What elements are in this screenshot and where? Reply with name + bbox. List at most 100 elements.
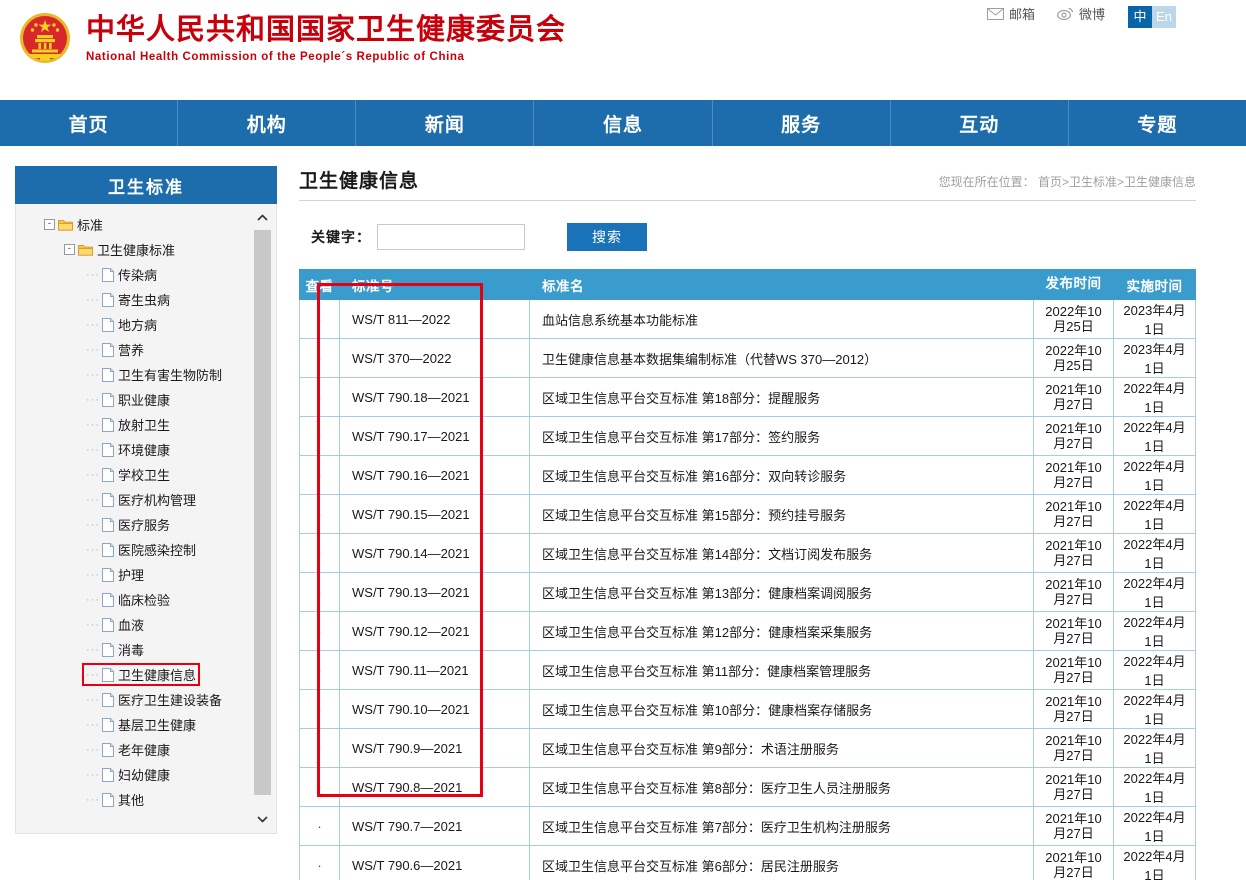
- cell-view-link[interactable]: ·: [299, 338, 340, 378]
- cell-view-link[interactable]: ·: [299, 494, 340, 534]
- cell-standard-name[interactable]: 区域卫生信息平台交互标准 第6部分：居民注册服务: [529, 845, 1034, 880]
- cell-standard-name[interactable]: 卫生健康信息基本数据集编制标准（代替WS 370—2012）: [529, 338, 1034, 378]
- cell-standard-name[interactable]: 区域卫生信息平台交互标准 第15部分：预约挂号服务: [529, 494, 1034, 534]
- search-input[interactable]: [377, 224, 525, 250]
- cell-view-link[interactable]: ·: [299, 611, 340, 651]
- sidebar-scrollbar[interactable]: [254, 210, 271, 827]
- cell-view-link[interactable]: ·: [299, 806, 340, 846]
- nav-item-topic[interactable]: 专题: [1069, 100, 1246, 146]
- cell-view-link[interactable]: ·: [299, 767, 340, 807]
- sidebar-tree-item[interactable]: ··· 地方病: [16, 312, 276, 337]
- sidebar-tree-item[interactable]: ··· 环境健康: [16, 437, 276, 462]
- sidebar-tree-item[interactable]: ··· 临床检验: [16, 587, 276, 612]
- sidebar-tree-item[interactable]: ··· 护理: [16, 562, 276, 587]
- cell-view-link[interactable]: ·: [299, 377, 340, 417]
- breadcrumb[interactable]: 您现在所在位置： 首页>卫生标准>卫生健康信息: [939, 173, 1196, 193]
- cell-effective-date: 2022年4月1日: [1113, 572, 1196, 612]
- cell-view-link[interactable]: ·: [299, 650, 340, 690]
- cell-standard-name[interactable]: 区域卫生信息平台交互标准 第10部分：健康档案存储服务: [529, 689, 1034, 729]
- cell-view-link[interactable]: ·: [299, 572, 340, 612]
- tree-guide-line: ···: [86, 468, 100, 481]
- utility-weibo[interactable]: 微博: [1057, 4, 1105, 23]
- nav-item-info[interactable]: 信息: [534, 100, 713, 146]
- cell-standard-name[interactable]: 区域卫生信息平台交互标准 第17部分：签约服务: [529, 416, 1034, 456]
- scrollbar-thumb[interactable]: [254, 230, 271, 795]
- nav-item-news[interactable]: 新闻: [356, 100, 535, 146]
- cell-view-link[interactable]: ·: [299, 689, 340, 729]
- sidebar-tree-item[interactable]: ··· 消毒: [16, 637, 276, 662]
- sidebar-tree-item[interactable]: ··· 医疗卫生建设装备: [16, 687, 276, 712]
- table-row[interactable]: · WS/T 790.8—2021 区域卫生信息平台交互标准 第8部分：医疗卫生人员…: [299, 767, 1196, 807]
- nav-item-service[interactable]: 服务: [713, 100, 891, 146]
- cell-standard-name[interactable]: 区域卫生信息平台交互标准 第16部分：双向转诊服务: [529, 455, 1034, 495]
- sidebar-tree-item[interactable]: ··· 老年健康: [16, 737, 276, 762]
- table-row[interactable]: · WS/T 790.18—2021 区域卫生信息平台交互标准 第18部分：提醒服务…: [299, 377, 1196, 417]
- table-row[interactable]: · WS/T 790.16—2021 区域卫生信息平台交互标准 第16部分：双向转诊…: [299, 455, 1196, 495]
- table-row[interactable]: · WS/T 790.10—2021 区域卫生信息平台交互标准 第10部分：健康档案…: [299, 689, 1196, 729]
- cell-standard-name[interactable]: 区域卫生信息平台交互标准 第13部分：健康档案调阅服务: [529, 572, 1034, 612]
- utility-mail[interactable]: 邮箱: [986, 4, 1035, 23]
- sidebar-tree-item[interactable]: ··· 妇幼健康: [16, 762, 276, 787]
- tree-toggle-icon[interactable]: -: [64, 244, 75, 255]
- sidebar-tree-item[interactable]: ··· 卫生有害生物防制: [16, 362, 276, 387]
- cell-standard-name[interactable]: 区域卫生信息平台交互标准 第18部分：提醒服务: [529, 377, 1034, 417]
- cell-standard-name[interactable]: 区域卫生信息平台交互标准 第7部分：医疗卫生机构注册服务: [529, 806, 1034, 846]
- sidebar-tree-item[interactable]: - 卫生健康标准: [16, 237, 276, 262]
- sidebar-tree-item[interactable]: ··· 血液: [16, 612, 276, 637]
- cell-view-link[interactable]: ·: [299, 533, 340, 573]
- table-row[interactable]: · WS/T 790.13—2021 区域卫生信息平台交互标准 第13部分：健康档案…: [299, 572, 1196, 612]
- col-header-view[interactable]: 查看: [299, 269, 340, 300]
- cell-standard-name[interactable]: 区域卫生信息平台交互标准 第8部分：医疗卫生人员注册服务: [529, 767, 1034, 807]
- sidebar-tree-item[interactable]: - 标准: [16, 212, 276, 237]
- table-row[interactable]: · WS/T 790.7—2021 区域卫生信息平台交互标准 第7部分：医疗卫生机构…: [299, 806, 1196, 846]
- sidebar-tree-item[interactable]: ··· 放射卫生: [16, 412, 276, 437]
- document-icon: [102, 792, 114, 807]
- sidebar-tree-item[interactable]: ··· 医疗服务: [16, 512, 276, 537]
- sidebar-tree-item[interactable]: ··· 传染病: [16, 262, 276, 287]
- scroll-up-icon[interactable]: [254, 210, 271, 226]
- sidebar-tree-item[interactable]: ··· 卫生健康信息: [16, 662, 276, 687]
- cell-view-link[interactable]: ·: [299, 728, 340, 768]
- table-row[interactable]: · WS/T 811—2022 血站信息系统基本功能标准 2022年10月25日 202…: [299, 299, 1196, 339]
- sidebar-tree-item[interactable]: ··· 医院感染控制: [16, 537, 276, 562]
- cell-standard-name[interactable]: 区域卫生信息平台交互标准 第12部分：健康档案采集服务: [529, 611, 1034, 651]
- sidebar-tree-item[interactable]: ··· 医疗机构管理: [16, 487, 276, 512]
- table-row[interactable]: · WS/T 790.6—2021 区域卫生信息平台交互标准 第6部分：居民注册服务…: [299, 845, 1196, 880]
- table-row[interactable]: · WS/T 790.15—2021 区域卫生信息平台交互标准 第15部分：预约挂号…: [299, 494, 1196, 534]
- cell-standard-name[interactable]: 区域卫生信息平台交互标准 第14部分：文档订阅发布服务: [529, 533, 1034, 573]
- table-row[interactable]: · WS/T 790.11—2021 区域卫生信息平台交互标准 第11部分：健康档案…: [299, 650, 1196, 690]
- cell-standard-name[interactable]: 区域卫生信息平台交互标准 第11部分：健康档案管理服务: [529, 650, 1034, 690]
- lang-en-button[interactable]: En: [1152, 6, 1176, 28]
- sidebar-tree-item[interactable]: ··· 寄生虫病: [16, 287, 276, 312]
- sidebar-tree-item[interactable]: ··· 基层卫生健康: [16, 712, 276, 737]
- cell-view-link[interactable]: ·: [299, 455, 340, 495]
- cell-standard-name[interactable]: 血站信息系统基本功能标准: [529, 299, 1034, 339]
- col-header-effective-date[interactable]: 实施时间: [1113, 269, 1196, 300]
- search-button[interactable]: 搜索: [567, 223, 647, 251]
- site-logo[interactable]: 中华人民共和国国家卫生健康委员会 National Health Commiss…: [14, 6, 566, 70]
- nav-item-home[interactable]: 首页: [0, 100, 179, 146]
- lang-cn-button[interactable]: 中: [1128, 6, 1152, 28]
- table-row[interactable]: · WS/T 790.14—2021 区域卫生信息平台交互标准 第14部分：文档订阅…: [299, 533, 1196, 573]
- sidebar-tree-item[interactable]: ··· 学校卫生: [16, 462, 276, 487]
- table-row[interactable]: · WS/T 370—2022 卫生健康信息基本数据集编制标准（代替WS 370—2…: [299, 338, 1196, 378]
- nav-item-org[interactable]: 机构: [178, 100, 357, 146]
- sidebar-tree-item[interactable]: ··· 其他: [16, 787, 276, 812]
- scroll-down-icon[interactable]: [254, 811, 271, 827]
- sidebar-tree-item[interactable]: ··· 职业健康: [16, 387, 276, 412]
- table-row[interactable]: · WS/T 790.17—2021 区域卫生信息平台交互标准 第17部分：签约服务…: [299, 416, 1196, 456]
- table-row[interactable]: · WS/T 790.12—2021 区域卫生信息平台交互标准 第12部分：健康档案…: [299, 611, 1196, 651]
- col-header-code[interactable]: 标准号: [339, 269, 530, 300]
- cell-view-link[interactable]: ·: [299, 416, 340, 456]
- table-row[interactable]: · WS/T 790.9—2021 区域卫生信息平台交互标准 第9部分：术语注册服务…: [299, 728, 1196, 768]
- cell-view-link[interactable]: ·: [299, 845, 340, 880]
- sidebar-tree-item[interactable]: ··· 营养: [16, 337, 276, 362]
- tree-toggle-icon[interactable]: -: [44, 219, 55, 230]
- col-header-publish-date[interactable]: 发布时间: [1033, 269, 1114, 300]
- cell-view-link[interactable]: ·: [299, 299, 340, 339]
- cell-standard-name[interactable]: 区域卫生信息平台交互标准 第9部分：术语注册服务: [529, 728, 1034, 768]
- cell-effective-date: 2023年4月1日: [1113, 299, 1196, 339]
- col-header-name[interactable]: 标准名: [529, 269, 1034, 300]
- language-switcher[interactable]: 中 En: [1128, 6, 1176, 28]
- nav-item-interact[interactable]: 互动: [891, 100, 1069, 146]
